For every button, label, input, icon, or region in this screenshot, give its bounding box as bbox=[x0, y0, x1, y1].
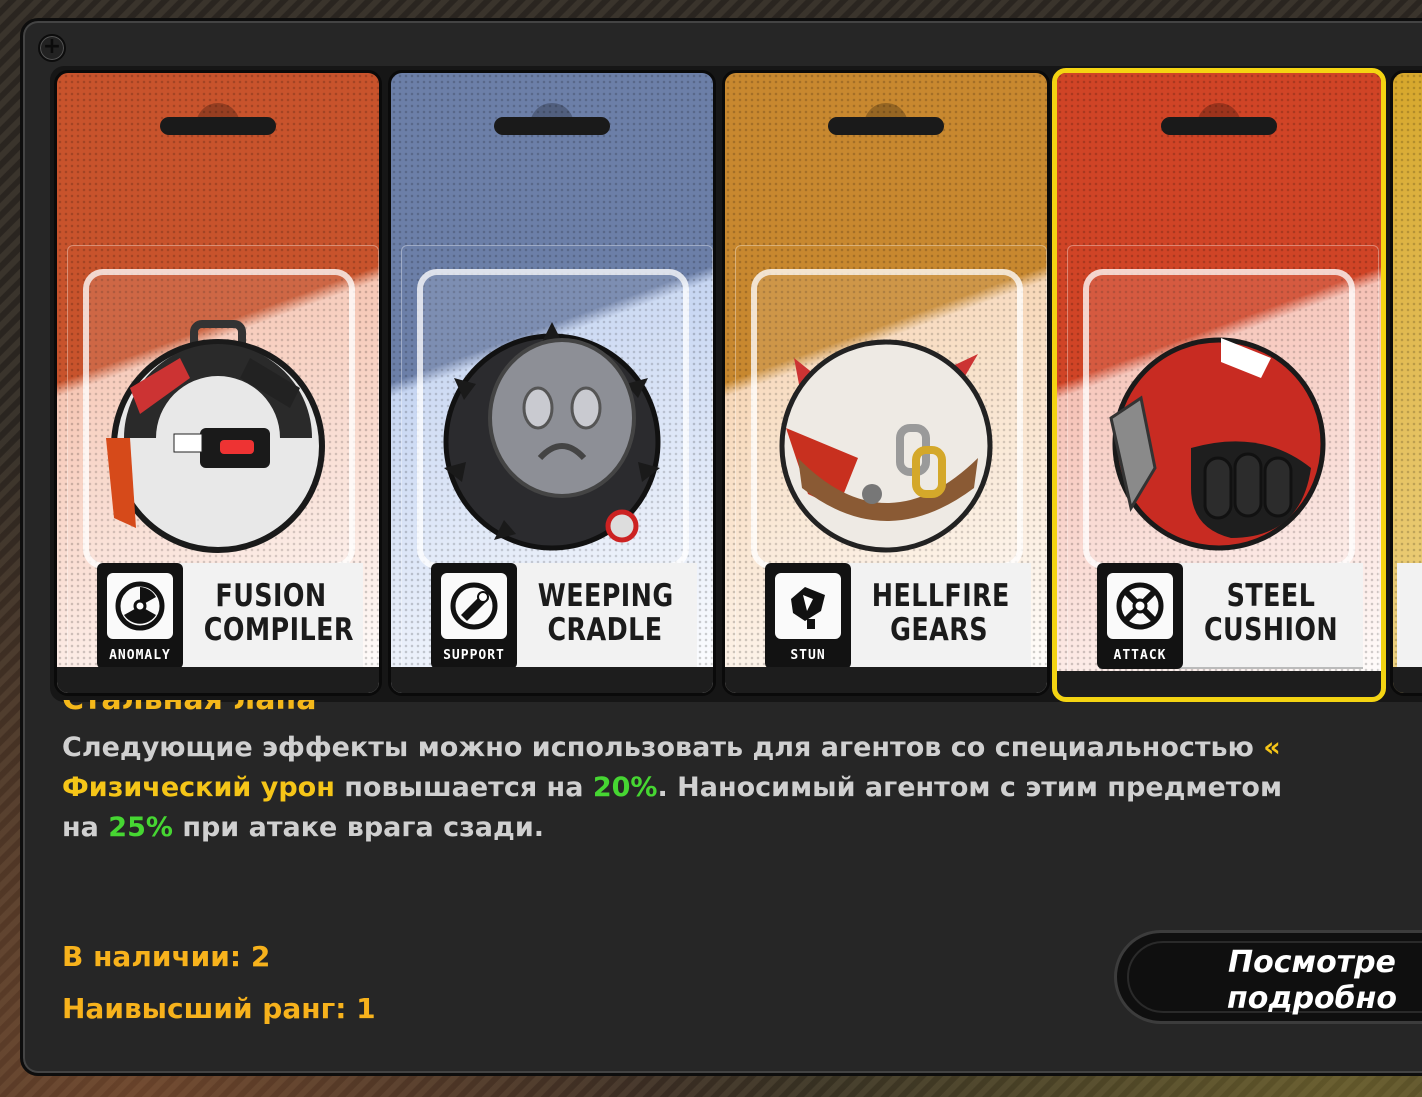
card-name: HELLFIRE GEARS bbox=[871, 578, 1010, 648]
role-tag: ANOMALY bbox=[109, 648, 171, 663]
support-icon bbox=[450, 582, 498, 630]
role-emblem: ANOMALY bbox=[97, 563, 183, 669]
role-emblem: ATTACK bbox=[1097, 563, 1183, 669]
stun-icon bbox=[791, 587, 825, 629]
hanger-slot bbox=[494, 117, 610, 135]
fusion-compiler-image bbox=[106, 320, 325, 553]
steel-cushion-image bbox=[1109, 337, 1326, 551]
details-label-line1: Посмотре bbox=[1228, 945, 1396, 980]
hellfire-gears-image bbox=[779, 339, 993, 553]
card-hellfire-gears[interactable]: STUN HELLFIRE GEARS bbox=[722, 70, 1050, 696]
role-tag: ATTACK bbox=[1113, 648, 1167, 663]
item-title-partial: Стальная лапа bbox=[62, 700, 362, 722]
view-details-button[interactable]: Посмотре подробно bbox=[1114, 930, 1422, 1024]
card-fusion-compiler[interactable]: ANOMALY FUSION COMPILER bbox=[54, 70, 382, 696]
best-rank: Наивысший ранг: 1 bbox=[62, 992, 376, 1025]
item-description: Следующие эффекты можно использовать для… bbox=[62, 732, 1283, 843]
weeping-cradle-image bbox=[443, 322, 661, 551]
card-name: STEEL CUSHION bbox=[1203, 578, 1339, 648]
details-label-line2: подробно bbox=[1227, 981, 1397, 1016]
role-emblem: SUPPORT bbox=[431, 563, 517, 669]
card-weeping-cradle[interactable]: SUPPORT WEEPING CRADLE bbox=[388, 70, 716, 696]
card-name: WEEPING CRADLE bbox=[537, 578, 674, 648]
role-tag: STUN bbox=[790, 648, 826, 663]
hanger-slot bbox=[1161, 117, 1277, 135]
attack-icon bbox=[1116, 582, 1164, 630]
role-tag: SUPPORT bbox=[443, 648, 505, 663]
card-name: FUSION COMPILER bbox=[203, 578, 354, 648]
plus-icon[interactable]: + bbox=[38, 34, 66, 62]
hanger-slot bbox=[160, 117, 276, 135]
available-count: В наличии: 2 bbox=[62, 940, 271, 973]
role-emblem: STUN bbox=[765, 563, 851, 669]
anomaly-icon bbox=[115, 581, 165, 631]
card-steel-cushion[interactable]: ATTACK STEEL CUSHION bbox=[1052, 68, 1386, 702]
card-partial-next[interactable] bbox=[1390, 70, 1422, 696]
hanger-slot bbox=[828, 117, 944, 135]
